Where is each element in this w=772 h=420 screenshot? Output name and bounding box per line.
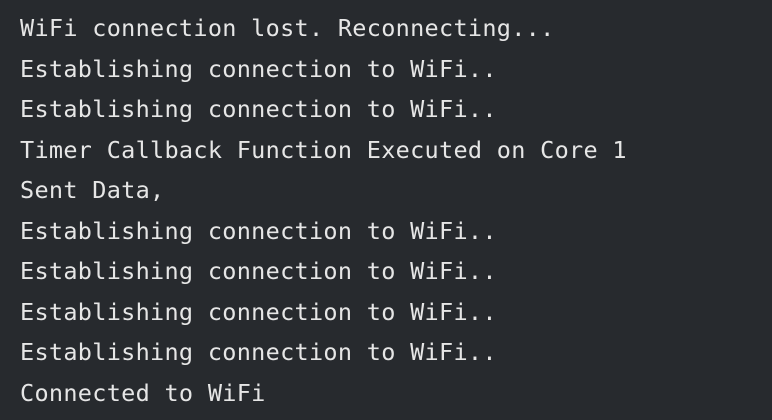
console-line: WiFi connection lost. Reconnecting... <box>20 14 555 42</box>
console-line: Connected to WiFi <box>20 378 266 407</box>
console-line: Establishing connection to WiFi.. <box>20 338 497 366</box>
serial-monitor-output: WiFi connection lost. Reconnecting... Es… <box>0 0 772 420</box>
console-line: Establishing connection to WiFi.. <box>20 95 497 123</box>
console-line: Timer Callback Function Executed on Core… <box>20 135 627 164</box>
console-line: Establishing connection to WiFi.. <box>20 297 497 326</box>
console-line: Establishing connection to WiFi.. <box>20 216 497 245</box>
console-line: Sent Data, <box>20 176 165 204</box>
console-line: Establishing connection to WiFi.. <box>20 54 497 83</box>
console-line: Establishing connection to WiFi.. <box>20 257 497 285</box>
